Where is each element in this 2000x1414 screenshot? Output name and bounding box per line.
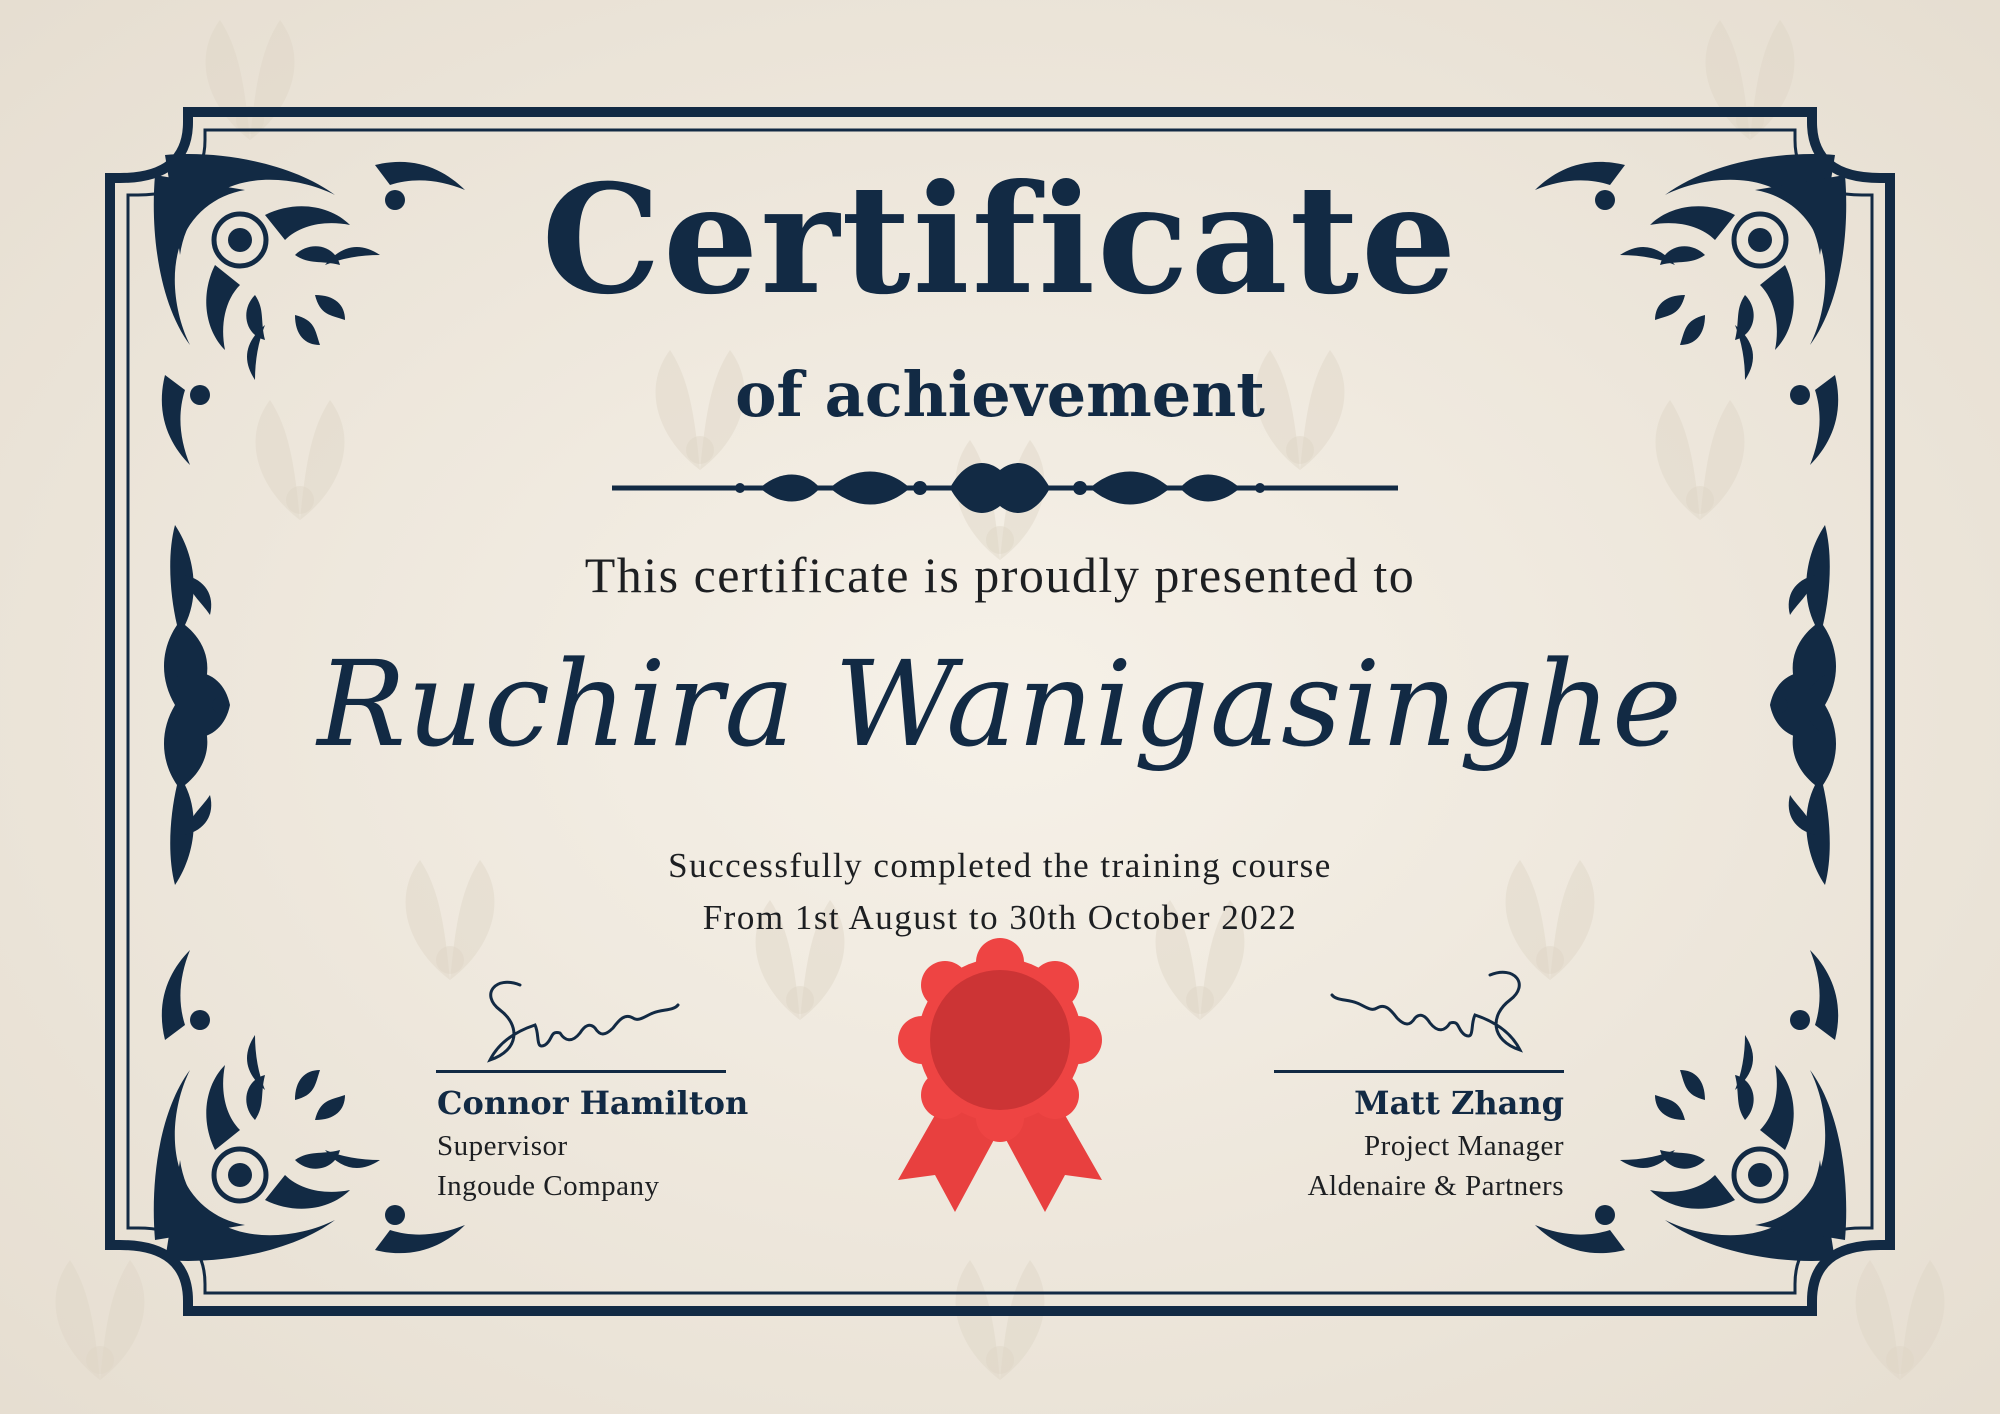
left-signatory-company: Ingoude Company <box>437 1170 660 1202</box>
certificate-subtitle: of achievement <box>735 358 1265 431</box>
certificate-title: Certificate <box>541 152 1459 328</box>
recipient-name: Ruchira Wanigasinghe <box>317 635 1683 773</box>
date-text: From 1st August to 30th October 2022 <box>702 898 1298 937</box>
signature-line-left <box>436 1070 726 1073</box>
course-text: Successfully completed the training cour… <box>668 846 1332 885</box>
right-signatory-role: Project Manager <box>1364 1130 1564 1162</box>
left-signatory-role: Supervisor <box>437 1130 568 1162</box>
signature-line-right <box>1274 1070 1564 1073</box>
signature-left-icon <box>487 980 680 1063</box>
left-signatory-name: Connor Hamilton <box>437 1084 749 1122</box>
right-signatory-company: Aldenaire & Partners <box>1307 1170 1564 1202</box>
presented-text: This certificate is proudly presented to <box>584 547 1416 603</box>
right-signatory-name: Matt Zhang <box>1354 1084 1564 1122</box>
signature-right-icon <box>1330 970 1523 1053</box>
